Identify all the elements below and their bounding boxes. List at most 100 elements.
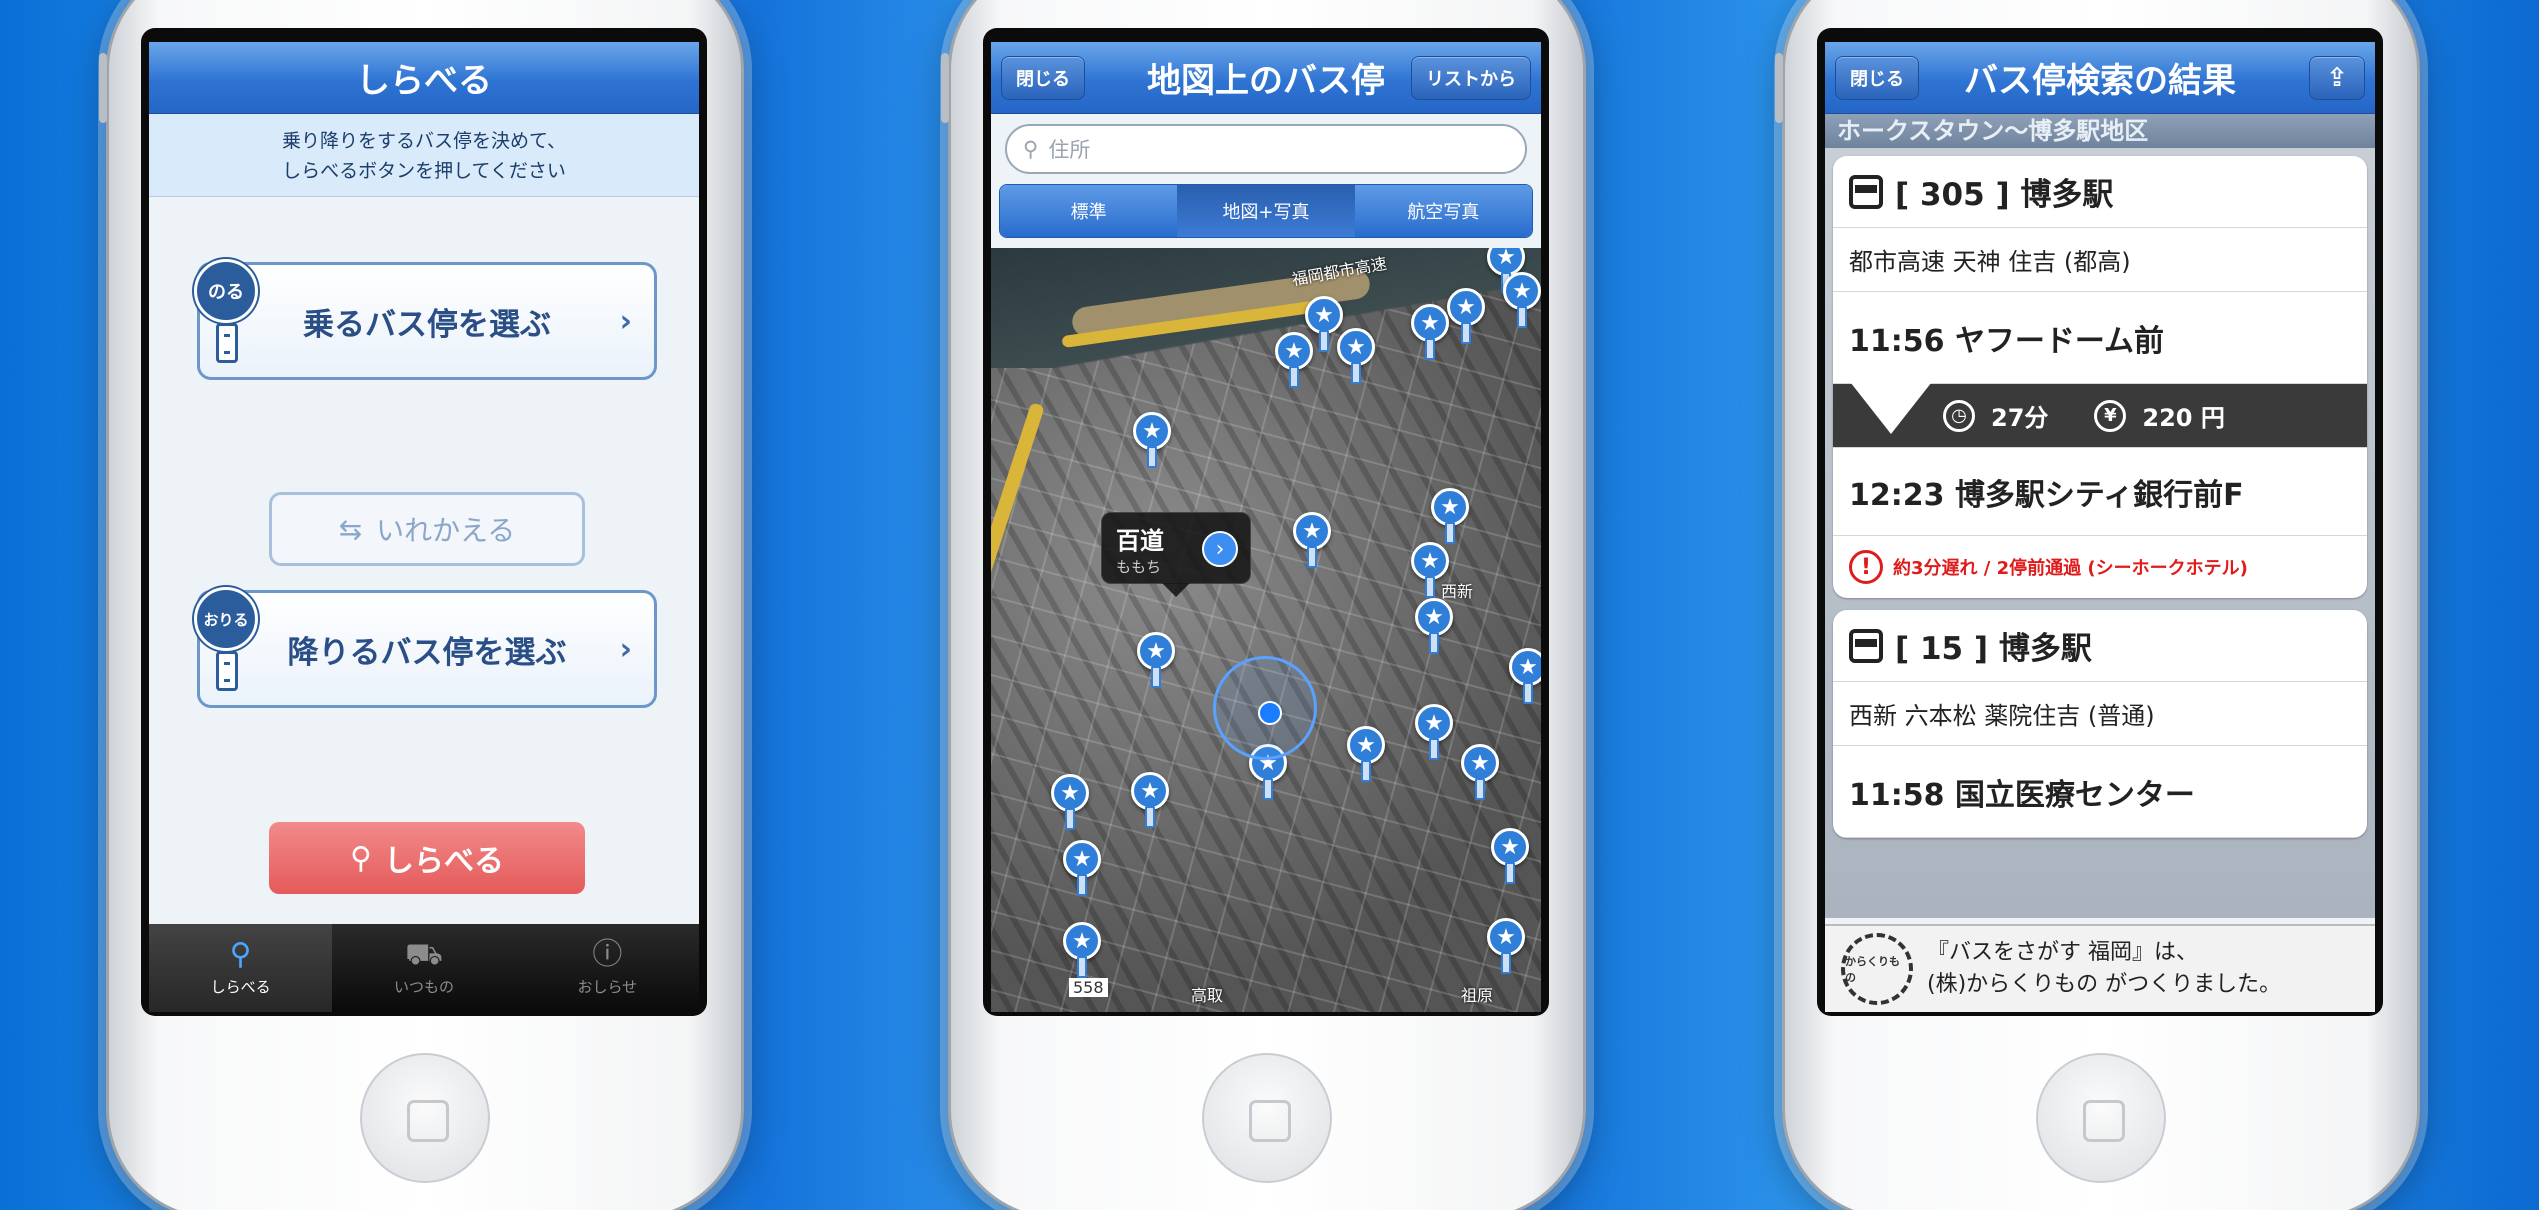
departure-row: 11:58 国立医療センター (1833, 746, 2367, 838)
home-button[interactable] (360, 1053, 490, 1183)
bus-stop-pin[interactable]: ★ (1411, 542, 1449, 602)
search-screen: しらべる 乗り降りをするバス停を決めて、 しらべるボタンを押してください のる … (149, 42, 699, 1012)
delay-warning: 約3分遅れ / 2停前通過 (シーホークホテル) (1893, 558, 2248, 579)
close-button[interactable]: 閉じる (1835, 56, 1919, 100)
nav-bar: しらべる (149, 42, 699, 114)
tab-label: おしらせ (577, 977, 638, 996)
bus-stop-pin[interactable]: ★ (1431, 488, 1469, 548)
bus-icon (1849, 174, 1883, 209)
search-button[interactable]: ⚲ しらべる (269, 822, 585, 894)
duration: 27分 (1991, 404, 2049, 432)
yen-icon: ¥ (2094, 399, 2127, 432)
current-location-marker (1213, 656, 1317, 760)
result-card[interactable]: [ 15 ] 博多駅 西新 六本松 薬院住吉 (普通) 11:58 国立医療セン… (1833, 610, 2367, 838)
page-title: しらべる (356, 61, 492, 101)
search-button-label: しらべる (383, 844, 504, 879)
segment-satellite[interactable]: 航空写真 (1354, 185, 1532, 237)
bus-stop-pin[interactable]: ★ (1503, 272, 1541, 332)
info-icon: ⓘ (592, 936, 623, 972)
route-row: [ 305 ] 博多駅 (1833, 156, 2367, 228)
map-label: 高取 (1191, 986, 1224, 1005)
select-alighting-stop-button[interactable]: おりる 降りるバス停を選ぶ › (194, 587, 657, 708)
result-card[interactable]: [ 305 ] 博多駅 都市高速 天神 住吉 (都高) 11:56 ヤフードーム… (1833, 156, 2367, 598)
route-name: [ 305 ] 博多駅 (1895, 177, 2114, 213)
bus-stop-pin[interactable]: ★ (1275, 332, 1313, 392)
bus-stop-pin[interactable]: ★ (1051, 774, 1089, 834)
via-row: 都市高速 天神 住吉 (都高) (1833, 228, 2367, 292)
chevron-right-icon: › (619, 631, 632, 667)
swap-icon: ⇆ (338, 512, 363, 546)
page-title: 地図上のバス停 (1147, 61, 1385, 101)
bus-stop-pin[interactable]: ★ (1133, 412, 1171, 472)
bus-stop-pin[interactable]: ★ (1461, 744, 1499, 804)
board-button-label: 乗るバス停を選ぶ (303, 306, 551, 343)
bus-stop-pin[interactable]: ★ (1131, 772, 1169, 832)
home-button[interactable] (1202, 1053, 1332, 1183)
list-button[interactable]: リストから (1411, 56, 1531, 100)
swap-button-label: いれかえる (376, 514, 516, 547)
bus-stop-pin[interactable]: ★ (1063, 922, 1101, 982)
phone-frame-3: 閉じる バス停検索の結果 ⇪ ホークスタウン〜博多駅地区 [ 305 ] 博多駅… (1775, 0, 2420, 1210)
segment-hybrid[interactable]: 地図+写真 (1177, 185, 1355, 237)
select-boarding-stop-button[interactable]: のる 乗るバス停を選ぶ › (194, 259, 657, 380)
credit-banner[interactable]: からくりもの 『バスをさがす 福岡』は、 (株)からくりもの がつくりました。 (1825, 924, 2375, 1012)
results-list: [ 305 ] 博多駅 都市高速 天神 住吉 (都高) 11:56 ヤフードーム… (1825, 148, 2375, 918)
segment-standard[interactable]: 標準 (1000, 185, 1178, 237)
bus-stop-pin[interactable]: ★ (1509, 648, 1541, 708)
bus-stop-pin[interactable]: ★ (1137, 632, 1175, 692)
delay-warning-row: ! 約3分遅れ / 2停前通過 (シーホークホテル) (1833, 536, 2367, 598)
tab-label: しらべる (210, 977, 271, 996)
close-button[interactable]: 閉じる (1001, 56, 1085, 100)
page-title: バス停検索の結果 (1964, 61, 2236, 101)
bus-stop-pin[interactable]: ★ (1337, 328, 1375, 388)
chevron-right-icon: › (619, 303, 632, 339)
screen-frame-2: 閉じる 地図上のバス停 リストから ⚲ 住所 標準 地図+写真 航空写真 福岡都… (983, 28, 1549, 1016)
tab-search[interactable]: ⚲ しらべる (149, 924, 333, 1012)
via-row: 西新 六本松 薬院住吉 (普通) (1833, 682, 2367, 746)
bus-stop-pin[interactable]: ★ (1415, 598, 1453, 658)
bus-stop-pin[interactable]: ★ (1347, 726, 1385, 786)
disclosure-arrow-icon[interactable]: › (1202, 531, 1238, 567)
bus-stop-pin[interactable]: ★ (1491, 828, 1529, 888)
fare: 220 円 (2142, 404, 2225, 432)
nav-bar: 閉じる 地図上のバス停 リストから (991, 42, 1541, 114)
search-icon: ⚲ (1023, 137, 1039, 161)
tab-favorites[interactable]: ⛟ いつもの (332, 924, 515, 1012)
tab-news[interactable]: ⓘ おしらせ (516, 924, 699, 1012)
screen-frame-3: 閉じる バス停検索の結果 ⇪ ホークスタウン〜博多駅地区 [ 305 ] 博多駅… (1817, 28, 2383, 1016)
search-icon: ⚲ (350, 840, 372, 876)
address-placeholder: 住所 (1048, 138, 1091, 162)
share-icon[interactable]: ⇪ (2309, 56, 2365, 100)
search-icon: ⚲ (229, 936, 252, 972)
credit-text: 『バスをさがす 福岡』は、 (株)からくりもの がつくりました。 (1927, 940, 2282, 997)
map-label: 祖原 (1461, 986, 1494, 1005)
bus-stop-pin[interactable]: ★ (1063, 840, 1101, 900)
tab-label: いつもの (393, 977, 454, 996)
results-screen: 閉じる バス停検索の結果 ⇪ ホークスタウン〜博多駅地区 [ 305 ] 博多駅… (1825, 42, 2375, 1012)
map-type-segmented-control: 標準 地図+写真 航空写真 (999, 184, 1533, 238)
satellite-map[interactable]: 福岡都市高速 西新 高取 祖原 558 ★ ★ ★ ★ ★ ★ ★ ★ ★ ★ … (991, 248, 1541, 1012)
departure-row: 11:56 ヤフードーム前 (1833, 292, 2367, 384)
bus-stop-pin[interactable]: ★ (1487, 918, 1525, 978)
bus-stop-pin[interactable]: ★ (1293, 512, 1331, 572)
phone-frame-1: しらべる 乗り降りをするバス停を決めて、 しらべるボタンを押してください のる … (99, 0, 744, 1210)
gear-logo: からくりもの (1841, 933, 1913, 1005)
duration-row: ◷ 27分 ¥ 220 円 (1833, 364, 2367, 448)
alight-button-label: 降りるバス停を選ぶ (287, 634, 567, 671)
alight-badge: おりる (194, 587, 258, 651)
route-name: [ 15 ] 博多駅 (1895, 631, 2092, 667)
bus-stop-callout[interactable]: 百道 ももち › (1101, 512, 1251, 597)
bus-stop-pin[interactable]: ★ (1415, 704, 1453, 764)
screen-frame-1: しらべる 乗り降りをするバス停を決めて、 しらべるボタンを押してください のる … (141, 28, 707, 1016)
home-button[interactable] (2036, 1053, 2166, 1183)
address-search-field[interactable]: ⚲ 住所 (1005, 124, 1527, 174)
bus-stop-pin[interactable]: ★ (1411, 304, 1449, 364)
route-row: [ 15 ] 博多駅 (1833, 610, 2367, 682)
area-header: ホークスタウン〜博多駅地区 (1825, 114, 2375, 148)
phone-frame-2: 閉じる 地図上のバス停 リストから ⚲ 住所 標準 地図+写真 航空写真 福岡都… (941, 0, 1586, 1210)
map-screen: 閉じる 地図上のバス停 リストから ⚲ 住所 標準 地図+写真 航空写真 福岡都… (991, 42, 1541, 1012)
swap-button[interactable]: ⇆ いれかえる (269, 492, 585, 566)
down-arrow-icon (1847, 364, 1935, 434)
instruction-text: 乗り降りをするバス停を決めて、 しらべるボタンを押してください (149, 114, 699, 197)
bus-stop-pin[interactable]: ★ (1447, 288, 1485, 348)
